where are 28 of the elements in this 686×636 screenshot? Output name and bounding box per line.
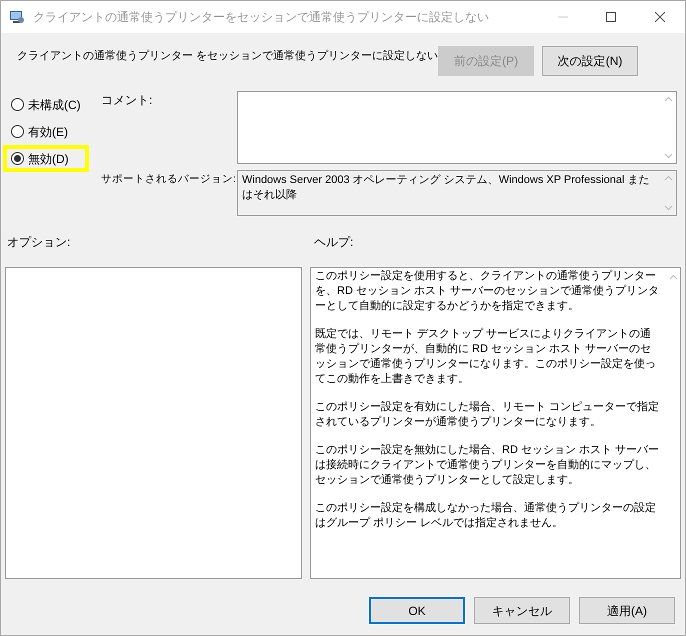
comment-field[interactable] <box>237 91 677 164</box>
computer-icon <box>9 9 25 25</box>
scroll-up-icon[interactable] <box>668 274 678 280</box>
help-paragraph: このポリシー設定を使用すると、クライアントの通常使うプリンターを、RD セッション ホスト サーバーのセッションで通常使うプリンターとして自動的に設定するかどうかを指定できます。 <box>315 269 660 314</box>
radio-option[interactable]: 未構成(C) <box>3 91 89 118</box>
supported-version-label: サポートされるバージョン: <box>100 172 237 187</box>
radio-option[interactable]: 無効(D) <box>3 145 89 172</box>
help-label: ヘルプ: <box>314 234 354 251</box>
help-paragraph: このポリシー設定を無効にした場合、RD セッション ホスト サーバーは接続時にクライアントで通常使うプリンターを自動的にマップし、セッションで通常使うプリンターとして設定します。 <box>315 443 660 488</box>
cancel-button[interactable]: キャンセル <box>474 597 570 624</box>
scroll-up-icon[interactable] <box>664 175 672 181</box>
scroll-up-icon[interactable] <box>664 96 672 102</box>
help-paragraph: 既定では、リモート デスクトップ サービスによりクライアントの通常使うプリンターが、自動的に RD セッション ホスト サーバーのセッションで通常使うプリンターになります。このポリシー設定を使ってこの動作を上書きできます。 <box>315 327 657 387</box>
scroll-down-icon[interactable] <box>664 153 672 159</box>
window-title: クライアントの通常使うプリンターをセッションで通常使うプリンターに設定しない <box>33 9 489 26</box>
ok-button[interactable]: OK <box>369 597 465 624</box>
help-paragraph: このポリシー設定を構成しなかった場合、通常使うプリンターの設定はグループ ポリシー レベルでは指定されません。 <box>315 501 657 531</box>
comment-label: コメント: <box>100 92 154 109</box>
scroll-down-icon[interactable] <box>664 205 672 211</box>
apply-button[interactable]: 適用(A) <box>579 597 675 624</box>
close-icon[interactable] <box>655 12 665 22</box>
help-paragraph: このポリシー設定を有効にした場合、リモート コンピューターで指定されているプリンターが通常使うプリンターになります。 <box>315 400 660 430</box>
options-label: オプション: <box>7 234 72 251</box>
supported-version-text: Windows Server 2003 オペレーティング システム、Windows XP Professional またはそれ以降 <box>241 173 651 203</box>
policy-name: クライアントの通常使うプリンター をセッションで通常使うプリンターに設定しない <box>17 48 438 64</box>
radio-option[interactable]: 有効(E) <box>3 118 89 145</box>
next-setting-button[interactable]: 次の設定(N) <box>542 46 638 76</box>
maximize-icon[interactable] <box>606 12 616 22</box>
